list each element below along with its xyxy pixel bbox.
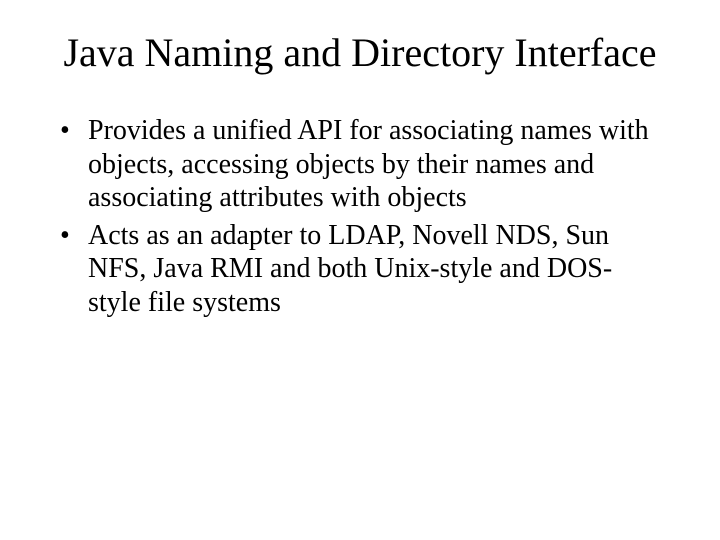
- bullet-list: Provides a unified API for associating n…: [50, 114, 670, 320]
- list-item: Provides a unified API for associating n…: [60, 114, 660, 215]
- list-item: Acts as an adapter to LDAP, Novell NDS, …: [60, 219, 660, 320]
- slide-title: Java Naming and Directory Interface: [50, 30, 670, 76]
- slide: Java Naming and Directory Interface Prov…: [0, 0, 720, 540]
